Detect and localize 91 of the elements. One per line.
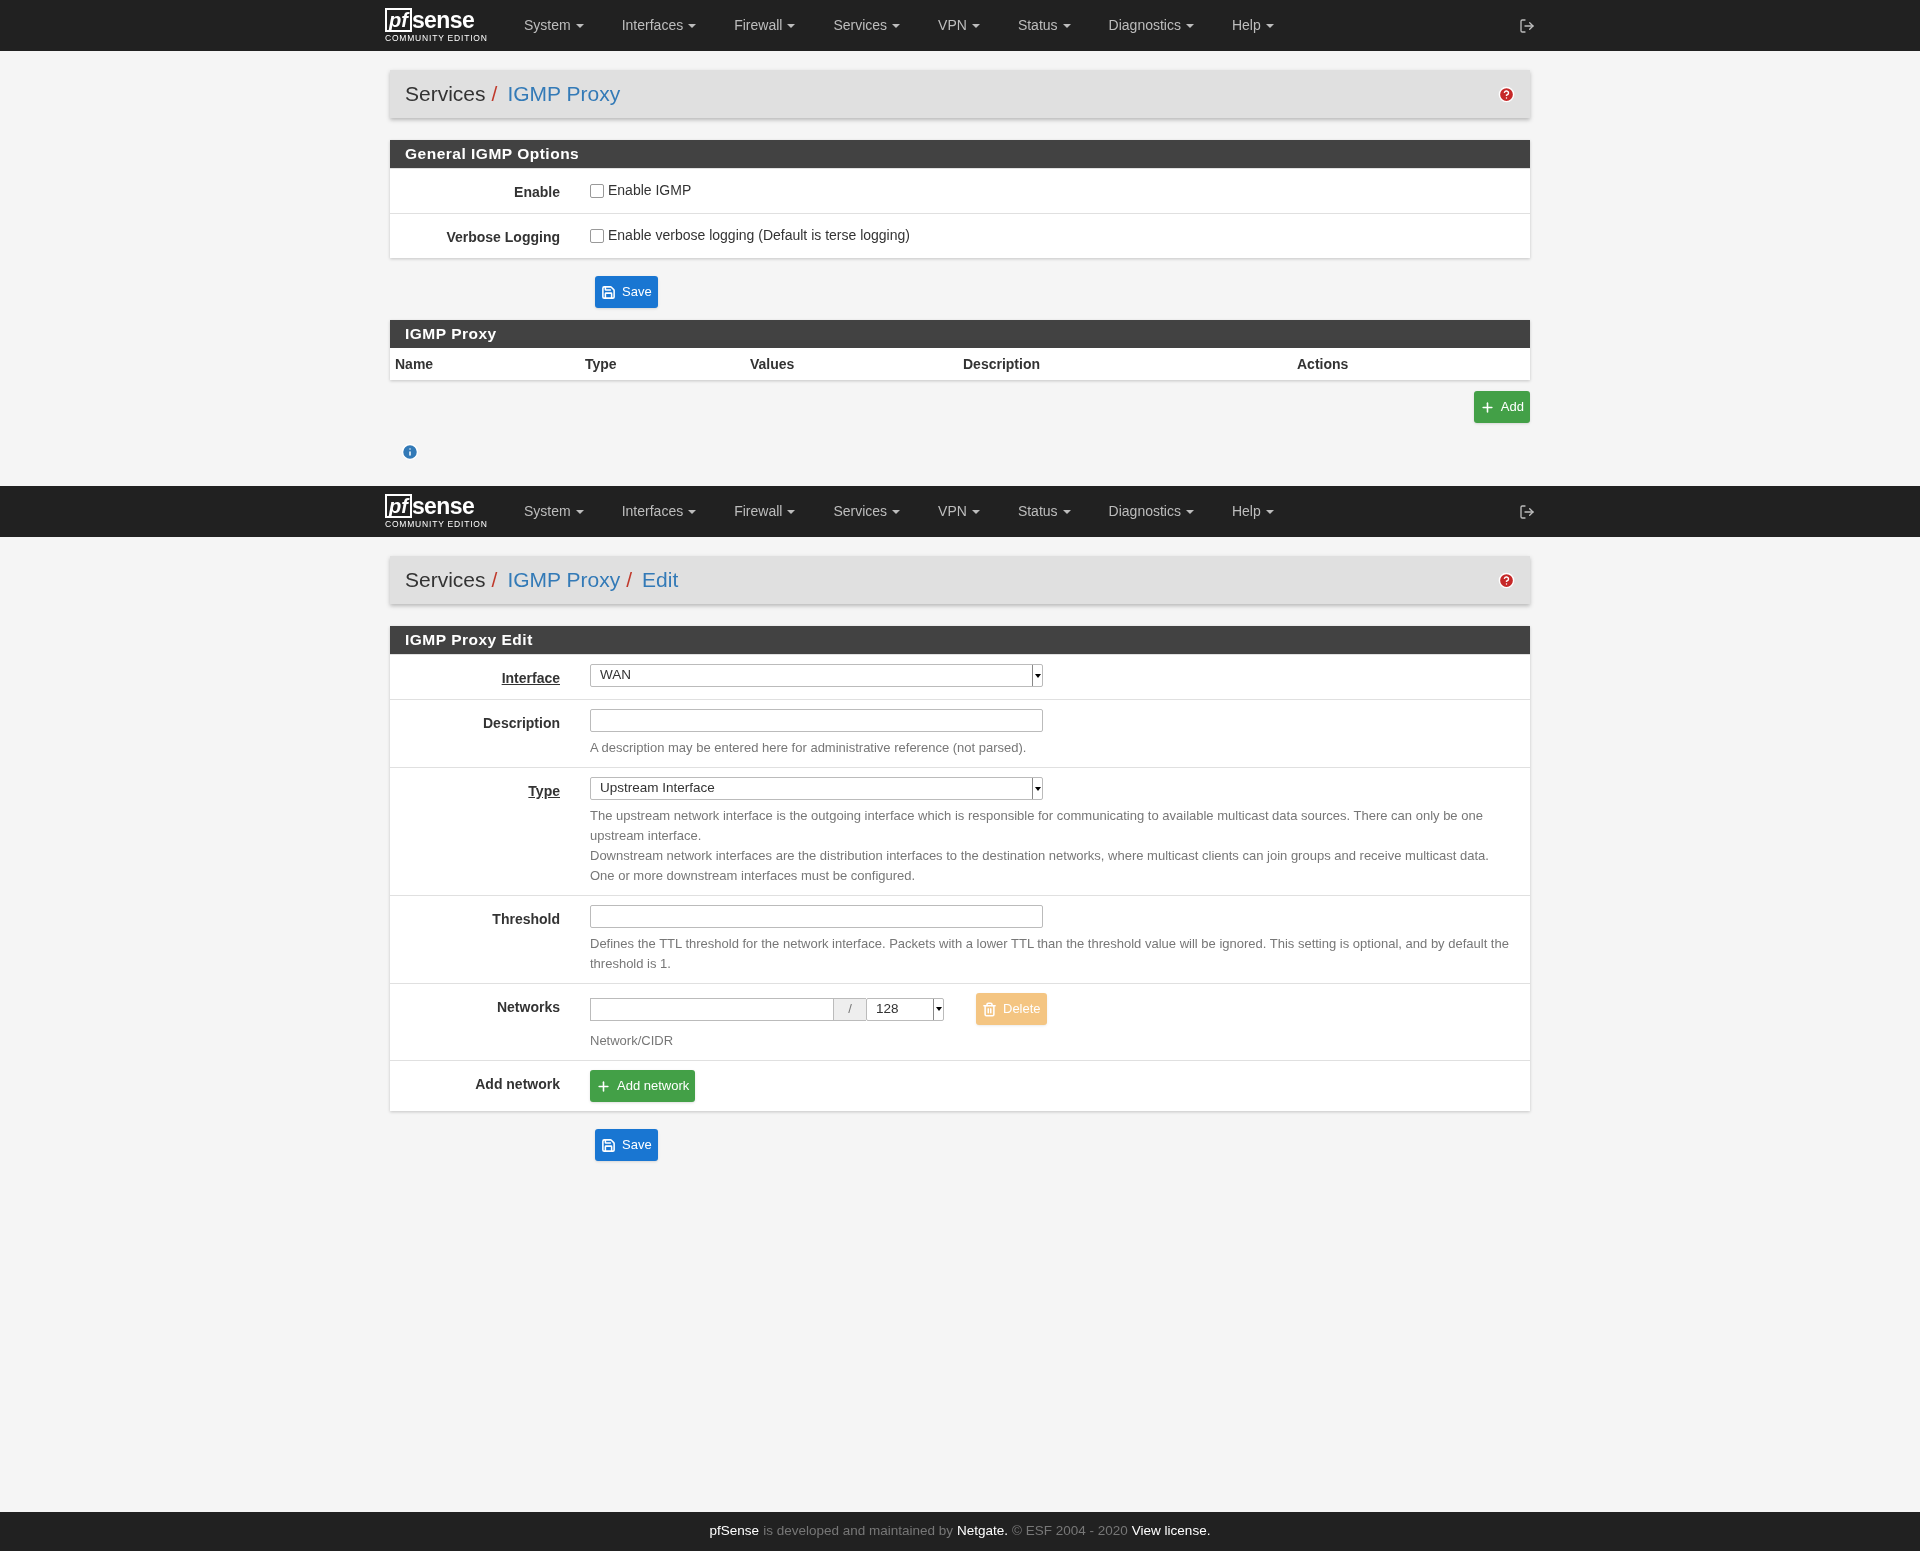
- nav-menu-item[interactable]: System: [505, 501, 603, 522]
- save-icon: [601, 284, 616, 300]
- panel-heading: IGMP Proxy Edit: [390, 626, 1530, 654]
- help-icon[interactable]: [1498, 571, 1515, 589]
- column-header: Type: [585, 354, 618, 374]
- field-label: Threshold: [492, 911, 560, 927]
- checkbox[interactable]: [590, 183, 604, 198]
- caret-icon: [688, 23, 697, 28]
- breadcrumb-separator: /: [626, 567, 633, 594]
- caret-icon: [971, 509, 980, 514]
- dropdown-arrow-icon: [1032, 665, 1042, 686]
- nav-menu-item[interactable]: Services: [814, 501, 920, 522]
- nav-menu-item[interactable]: Interfaces: [602, 501, 716, 522]
- select-field[interactable]: 128: [866, 997, 944, 1021]
- checkbox-label: Enable verbose logging (Default is terse logging): [608, 226, 910, 245]
- nav-menu-item[interactable]: Services: [814, 15, 920, 36]
- license-link[interactable]: View license.: [1131, 1521, 1211, 1542]
- dropdown-arrow-icon: [933, 998, 943, 1020]
- help-text: Downstream network interfaces are the distribution interfaces to the destination networks, where multicast clients can join groups and receive multicast data. One or more downstream interfaces must be configured.: [590, 847, 1490, 885]
- help-text: Defines the TTL threshold for the network interface. Packets with a lower TTL than the threshold value will be ignored. This setting is optional, and by default the threshold is 1.: [590, 935, 1510, 973]
- column-header: Name: [395, 354, 435, 374]
- brand-text: pfSense: [709, 1522, 760, 1541]
- field-label: Verbose Logging: [446, 229, 560, 245]
- text-input[interactable]: [590, 905, 1043, 928]
- breadcrumb-text: Services: [405, 81, 486, 108]
- panel-heading: General IGMP Options: [390, 140, 1530, 168]
- cidr-separator: /: [834, 997, 866, 1021]
- column-header: Actions: [1297, 354, 1350, 374]
- panel-heading: IGMP Proxy: [390, 320, 1530, 348]
- select-field[interactable]: Upstream Interface: [590, 777, 1043, 800]
- field-label: Interface: [501, 670, 560, 686]
- network-input[interactable]: [590, 997, 834, 1021]
- save-button[interactable]: Save: [595, 276, 658, 308]
- nav-menu-item[interactable]: Firewall: [715, 15, 815, 36]
- nav-menu-item[interactable]: Help: [1212, 15, 1293, 36]
- nav-menu-item[interactable]: VPN: [919, 501, 999, 522]
- breadcrumb-separator: /: [491, 567, 498, 594]
- caret-icon: [892, 509, 901, 514]
- caret-icon: [1062, 23, 1071, 28]
- logout-icon[interactable]: [1519, 17, 1535, 34]
- nav-menu-item[interactable]: Help: [1212, 501, 1293, 522]
- caret-icon: [1265, 23, 1274, 28]
- caret-icon: [1265, 509, 1274, 514]
- field-label: Enable: [514, 184, 560, 200]
- breadcrumb-text: Services: [405, 567, 486, 594]
- select-field[interactable]: WAN: [590, 664, 1043, 687]
- caret-icon: [688, 509, 697, 514]
- nav-menu-item[interactable]: VPN: [919, 15, 999, 36]
- help-text: A description may be entered here for administrative reference (not parsed).: [590, 739, 1028, 757]
- caret-icon: [1062, 509, 1071, 514]
- field-label: Type: [528, 783, 560, 799]
- logout-icon[interactable]: [1519, 503, 1535, 520]
- nav-menu-item[interactable]: Status: [998, 501, 1090, 522]
- footer-text: is developed and maintained by: [763, 1522, 954, 1541]
- caret-icon: [575, 509, 584, 514]
- nav-menu-item[interactable]: Diagnostics: [1089, 15, 1213, 36]
- copyright-text: © ESF 2004 - 2020: [1012, 1522, 1128, 1541]
- caret-icon: [787, 509, 796, 514]
- save-button[interactable]: Save: [595, 1129, 658, 1161]
- nav-menu-item[interactable]: Firewall: [715, 501, 815, 522]
- logo[interactable]: pf sense COMMUNITY EDITION: [385, 8, 495, 43]
- caret-icon: [1185, 509, 1194, 514]
- logo[interactable]: pf sense COMMUNITY EDITION: [385, 494, 495, 529]
- field-label: Networks: [496, 999, 560, 1015]
- caret-icon: [787, 23, 796, 28]
- caret-icon: [971, 23, 980, 28]
- caret-icon: [575, 23, 584, 28]
- nav-menu-item[interactable]: Interfaces: [602, 15, 716, 36]
- save-icon: [601, 1137, 616, 1153]
- text-input[interactable]: [590, 709, 1043, 732]
- company-link[interactable]: Netgate.: [957, 1521, 1009, 1542]
- field-label: Description: [483, 715, 560, 731]
- checkbox-label: Enable IGMP: [608, 181, 692, 200]
- field-label: Add network: [475, 1076, 560, 1092]
- checkbox[interactable]: [590, 228, 604, 243]
- nav-menu-item[interactable]: Diagnostics: [1089, 501, 1213, 522]
- column-header: Values: [750, 354, 796, 374]
- nav-menu-item[interactable]: Status: [998, 15, 1090, 36]
- column-header: Description: [963, 354, 1041, 374]
- help-text: The upstream network interface is the outgoing interface which is responsible for communicating to available multicast data sources. There can only be one upstream interface.: [590, 807, 1484, 845]
- caret-icon: [1185, 23, 1194, 28]
- trash-icon: [982, 1001, 997, 1017]
- info-icon[interactable]: [401, 443, 419, 461]
- nav-menu-item[interactable]: System: [505, 15, 603, 36]
- dropdown-arrow-icon: [1032, 778, 1042, 799]
- caret-icon: [892, 23, 901, 28]
- breadcrumb-separator: /: [491, 81, 498, 108]
- help-text: Network/CIDR: [590, 1032, 675, 1050]
- plus-icon: [596, 1078, 611, 1094]
- help-icon[interactable]: [1498, 85, 1515, 103]
- plus-icon: [1479, 399, 1495, 415]
